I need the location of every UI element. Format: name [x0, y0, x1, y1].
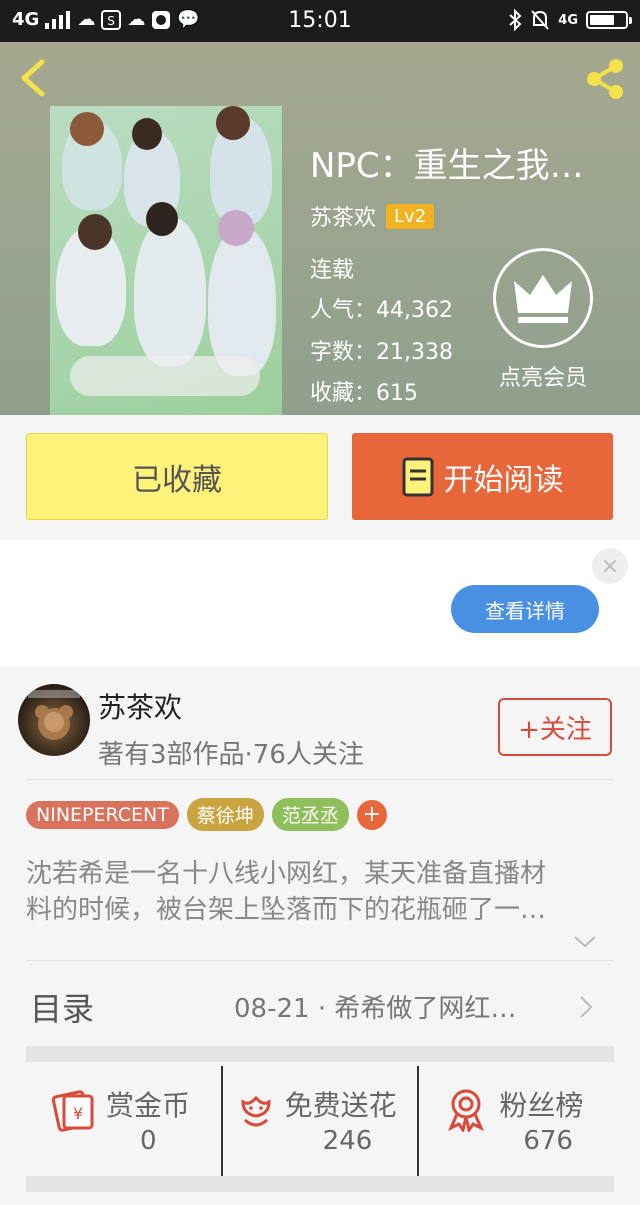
tag-item[interactable]: NINEPERCENT	[26, 800, 179, 829]
mute-bell-icon	[531, 10, 550, 30]
battery-icon	[586, 11, 632, 29]
section-separator	[26, 1176, 614, 1192]
description-line-2: 料的时候，被台架上坠落而下的花瓶砸了一…	[26, 895, 547, 925]
add-tag-button[interactable]: +	[356, 799, 387, 830]
red-envelope-icon: ¥	[51, 1090, 94, 1132]
medal-icon	[448, 1089, 485, 1132]
free-flowers-item[interactable]: 免费送花 246	[220, 1066, 418, 1176]
crown-icon	[514, 275, 572, 323]
tag-item[interactable]: 蔡徐坤	[186, 798, 264, 831]
latest-chapter: 08-21 · 希希做了网红…	[234, 994, 517, 1024]
reward-coins-title: 赏金币	[106, 1089, 191, 1122]
chevron-right-icon	[580, 996, 593, 1018]
favorited-button[interactable]: 已收藏	[26, 433, 328, 520]
back-arrow-icon[interactable]	[14, 58, 54, 98]
ad-banner: × 查看详情	[0, 540, 640, 666]
section-separator	[26, 1046, 614, 1062]
view-details-label: 查看详情	[485, 598, 565, 623]
level-badge: Lv2	[386, 203, 435, 229]
serial-status: 连载	[310, 258, 355, 283]
free-flowers-value: 246	[322, 1126, 373, 1156]
author-card: 苏茶欢 著有3部作品·76人关注 +关注 NINEPERCENT 蔡徐坤 范丞丞…	[0, 666, 640, 1205]
tag-item[interactable]: 范丞丞	[271, 798, 349, 831]
divider	[26, 960, 614, 961]
reward-coins-item[interactable]: ¥ 赏金币 0	[26, 1066, 221, 1176]
favorites-count: 收藏：615	[310, 381, 418, 406]
book-title: NPC：重生之我…	[310, 146, 584, 186]
book-cover-image[interactable]	[50, 106, 282, 415]
ad-close-button[interactable]: ×	[592, 548, 628, 584]
free-flowers-title: 免费送花	[284, 1089, 397, 1122]
tag-list: NINEPERCENT 蔡徐坤 范丞丞 +	[26, 798, 387, 831]
reward-stats: ¥ 赏金币 0 免费送花 246 粉丝榜 676	[26, 1066, 614, 1176]
author-row: 苏茶欢 Lv2	[310, 200, 435, 232]
book-description[interactable]: 沈若希是一名十八线小网红，某天准备直播材 料的时候，被台架上坠落而下的花瓶砸了一…	[26, 856, 614, 928]
svg-text:¥: ¥	[73, 1104, 83, 1123]
word-count: 字数：21,338	[310, 340, 453, 365]
status-right: 4G	[508, 9, 632, 31]
book-icon	[402, 457, 433, 496]
share-icon[interactable]	[582, 56, 628, 102]
book-header: NPC：重生之我… 苏茶欢 Lv2 连载 人气：44,362 字数：21,338…	[0, 42, 640, 415]
vip-label[interactable]: 点亮会员	[480, 360, 606, 392]
flower-icon	[241, 1095, 271, 1127]
reward-coins-value: 0	[140, 1126, 157, 1156]
author-meta: 著有3部作品·76人关注	[98, 740, 364, 770]
avatar[interactable]	[18, 684, 90, 756]
favorited-label: 已收藏	[132, 462, 222, 498]
view-details-button[interactable]: 查看详情	[451, 585, 599, 633]
network-type-right: 4G	[558, 12, 578, 28]
toc-label: 目录	[30, 990, 95, 1028]
author-name[interactable]: 苏茶欢	[310, 200, 376, 232]
divider	[26, 779, 614, 780]
author-card-name[interactable]: 苏茶欢	[98, 686, 182, 726]
bluetooth-icon	[509, 9, 522, 31]
table-of-contents-row[interactable]: 目录 08-21 · 希希做了网红…	[0, 966, 640, 1046]
vip-crown-button[interactable]	[493, 248, 593, 348]
description-line-1: 沈若希是一名十八线小网红，某天准备直播材	[26, 859, 547, 889]
popularity-count: 人气：44,362	[310, 298, 453, 323]
action-bar: 已收藏 开始阅读	[0, 415, 640, 540]
fan-ranking-value: 676	[523, 1126, 573, 1156]
start-reading-label: 开始阅读	[443, 462, 564, 498]
fan-ranking-item[interactable]: 粉丝榜 676	[417, 1066, 614, 1176]
chevron-down-icon[interactable]	[572, 934, 598, 950]
bear-avatar-image	[28, 690, 80, 740]
status-bar: 4G ☁ S ☁ 💬 15:01 4G	[0, 0, 640, 42]
follow-label: +关注	[518, 714, 592, 745]
fan-ranking-title: 粉丝榜	[499, 1089, 584, 1122]
follow-button[interactable]: +关注	[498, 698, 612, 756]
start-reading-button[interactable]: 开始阅读	[352, 433, 613, 520]
